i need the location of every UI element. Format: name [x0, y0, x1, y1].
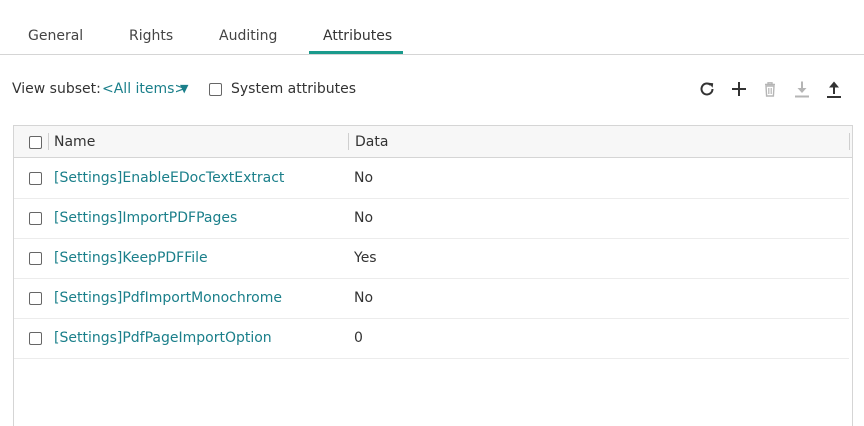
view-subset-select[interactable]: <All items>	[102, 81, 186, 97]
tab-auditing[interactable]: Auditing	[219, 27, 277, 45]
toolbar: View subset: <All items> ▼ System attrib…	[0, 74, 864, 106]
attribute-data: Yes	[354, 250, 377, 266]
active-tab-indicator	[309, 51, 403, 54]
table-row[interactable]: [Settings]KeepPDFFile Yes	[14, 238, 849, 279]
select-all-checkbox[interactable]	[29, 136, 42, 149]
row-checkbox[interactable]	[29, 332, 42, 345]
row-checkbox[interactable]	[29, 292, 42, 305]
column-header-data[interactable]: Data	[355, 134, 388, 150]
tab-bar: General Rights Auditing Attributes	[0, 0, 864, 55]
system-attributes-label[interactable]: System attributes	[231, 81, 356, 97]
attributes-grid: Name Data [Settings]EnableEDocTextExtrac…	[13, 125, 853, 426]
attribute-data: No	[354, 290, 374, 306]
delete-icon[interactable]	[759, 78, 781, 100]
tab-rights[interactable]: Rights	[129, 27, 173, 45]
system-attributes-checkbox[interactable]	[209, 83, 222, 96]
column-header-name[interactable]: Name	[54, 134, 95, 150]
row-checkbox[interactable]	[29, 172, 42, 185]
tab-attributes[interactable]: Attributes	[323, 27, 392, 45]
row-checkbox[interactable]	[29, 212, 42, 225]
attribute-data: 0	[354, 330, 363, 346]
table-row[interactable]: [Settings]PdfImportMonochrome No	[14, 278, 849, 319]
attribute-name-link[interactable]: [Settings]PdfPageImportOption	[54, 330, 272, 346]
add-icon[interactable]	[728, 78, 750, 100]
attribute-name-link[interactable]: [Settings]ImportPDFPages	[54, 210, 237, 226]
column-separator[interactable]	[348, 133, 349, 150]
tab-general[interactable]: General	[28, 27, 83, 45]
caret-down-icon[interactable]: ▼	[180, 82, 188, 95]
refresh-icon[interactable]	[696, 78, 718, 100]
table-row[interactable]: [Settings]ImportPDFPages No	[14, 198, 849, 239]
upload-icon[interactable]	[823, 78, 845, 100]
attribute-data: No	[354, 170, 374, 186]
attribute-data: No	[354, 210, 374, 226]
table-row[interactable]: [Settings]EnableEDocTextExtract No	[14, 158, 849, 199]
row-checkbox[interactable]	[29, 252, 42, 265]
download-icon[interactable]	[791, 78, 813, 100]
grid-header: Name Data	[14, 126, 852, 158]
attribute-name-link[interactable]: [Settings]PdfImportMonochrome	[54, 290, 282, 306]
table-row[interactable]: [Settings]PdfPageImportOption 0	[14, 318, 849, 359]
column-separator[interactable]	[849, 133, 850, 150]
view-subset-label: View subset:	[12, 81, 101, 97]
attribute-name-link[interactable]: [Settings]KeepPDFFile	[54, 250, 208, 266]
column-separator[interactable]	[48, 133, 49, 150]
attribute-name-link[interactable]: [Settings]EnableEDocTextExtract	[54, 170, 284, 186]
